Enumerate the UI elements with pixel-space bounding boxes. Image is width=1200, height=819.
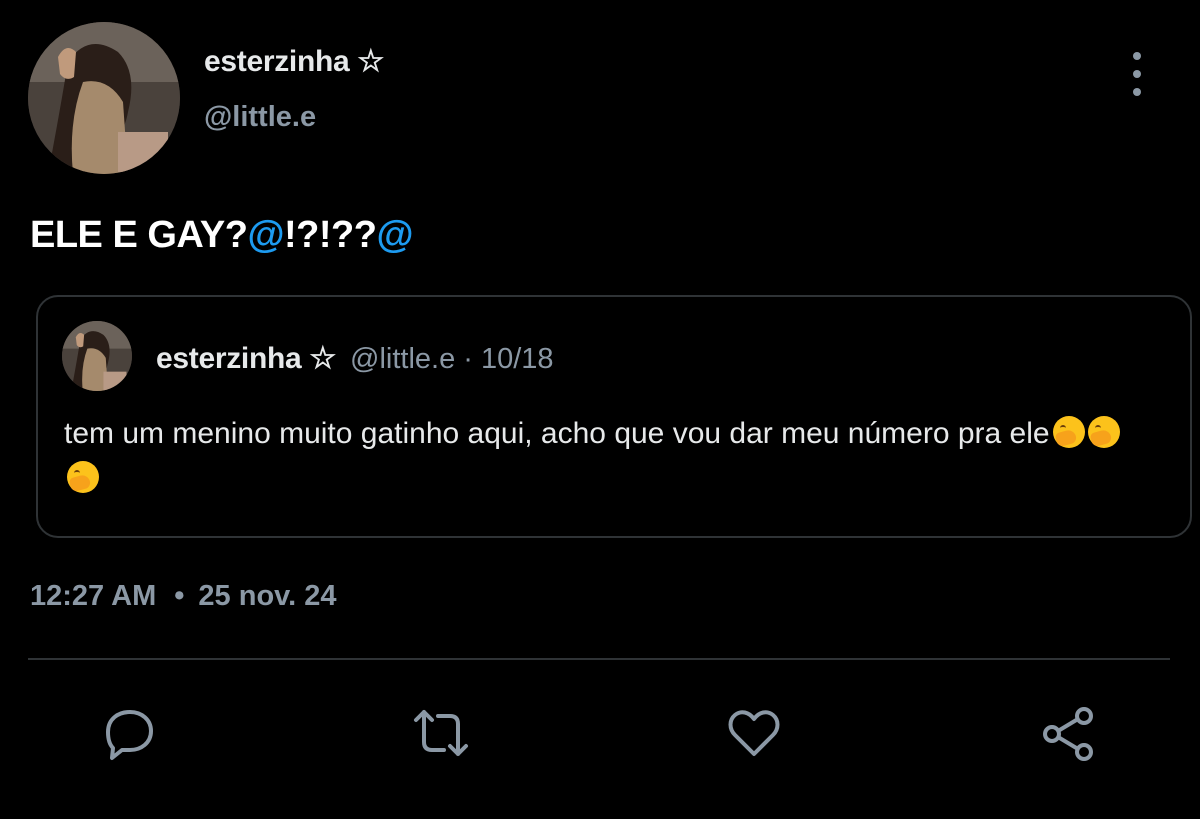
author-name[interactable]: esterzinha ☆ bbox=[204, 44, 384, 79]
quoted-tweet-text: tem um menino muito gatinho aqui, acho q… bbox=[64, 417, 1050, 450]
retweet-icon bbox=[414, 710, 468, 756]
mention-link[interactable]: @ bbox=[376, 214, 413, 256]
more-options-icon[interactable] bbox=[1124, 52, 1150, 96]
more-dot bbox=[1133, 88, 1141, 96]
share-icon bbox=[1043, 707, 1093, 761]
tweet-timestamp: 12:27 AM • 25 nov. 24 bbox=[30, 580, 337, 613]
tweet-text-middle: !?!?? bbox=[284, 214, 377, 256]
like-button[interactable] bbox=[725, 704, 783, 762]
like-icon bbox=[728, 710, 780, 756]
author-handle[interactable]: @little.e bbox=[204, 101, 316, 134]
timestamp-separator: • bbox=[174, 580, 185, 612]
tweet-text: ELE E GAY?@!?!??@ bbox=[30, 214, 414, 257]
more-dot bbox=[1133, 70, 1141, 78]
share-button[interactable] bbox=[1040, 704, 1098, 762]
hand-over-mouth-emoji-icon bbox=[67, 461, 99, 493]
quoted-tweet-meta: @little.e · 10/18 bbox=[350, 343, 554, 375]
avatar-photo bbox=[28, 22, 180, 174]
more-dot bbox=[1133, 52, 1141, 60]
quoted-author-name[interactable]: esterzinha ☆ bbox=[156, 341, 336, 376]
retweet-button[interactable] bbox=[412, 704, 470, 762]
quoted-tweet-text-block: tem um menino muito gatinho aqui, acho q… bbox=[64, 411, 1144, 501]
tweet-date: 25 nov. 24 bbox=[198, 580, 337, 612]
divider bbox=[28, 658, 1170, 660]
reply-button[interactable] bbox=[100, 704, 158, 762]
mention-link[interactable]: @ bbox=[247, 214, 284, 256]
tweet-text-plain: ELE E GAY? bbox=[30, 214, 248, 256]
hand-over-mouth-emoji-icon bbox=[1052, 416, 1085, 448]
reply-icon bbox=[106, 710, 153, 760]
quoted-tweet-card[interactable]: esterzinha ☆ @little.e · 10/18 tem um me… bbox=[36, 295, 1192, 538]
quoted-author-avatar[interactable] bbox=[62, 321, 132, 391]
hand-over-mouth-emoji-icon bbox=[1087, 416, 1120, 448]
author-avatar[interactable] bbox=[28, 22, 180, 174]
tweet-time: 12:27 AM bbox=[30, 580, 157, 612]
avatar-photo bbox=[62, 321, 132, 391]
